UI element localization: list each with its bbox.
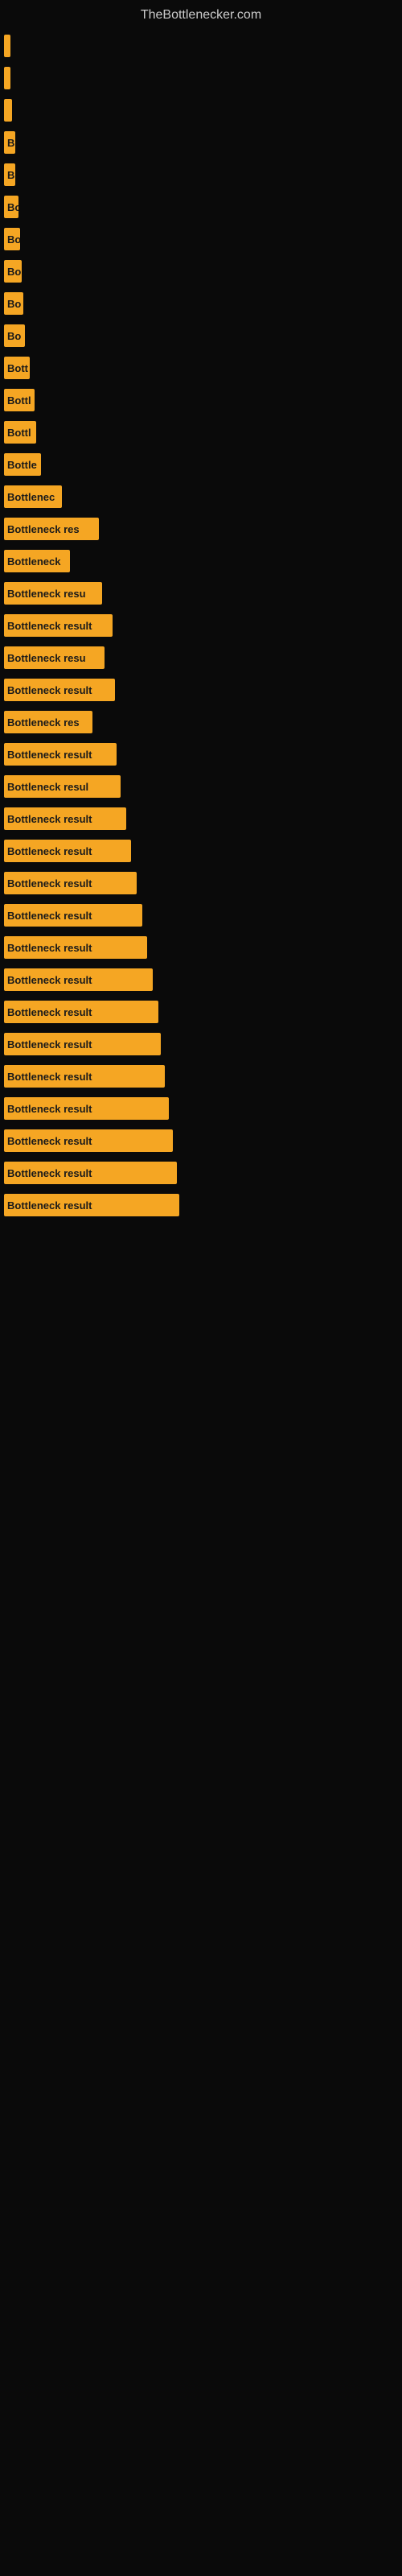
bar-label: Bottleneck result bbox=[4, 1162, 177, 1184]
bar-row: Bottle bbox=[4, 453, 394, 476]
bar-row: Bottleneck result bbox=[4, 807, 394, 830]
bar-label: Bottleneck result bbox=[4, 1033, 161, 1055]
bar-row: Bott bbox=[4, 357, 394, 379]
bar-row: Bottleneck result bbox=[4, 1065, 394, 1088]
bar-label: Bottleneck res bbox=[4, 518, 99, 540]
bar-label: Bottleneck result bbox=[4, 1001, 158, 1023]
bar-label: Bottleneck result bbox=[4, 614, 113, 637]
bar-label: Bottleneck result bbox=[4, 904, 142, 927]
bar-label: Bo bbox=[4, 324, 25, 347]
bar-label: Bottleneck result bbox=[4, 968, 153, 991]
bar-row bbox=[4, 35, 394, 57]
bar-row: Bottleneck res bbox=[4, 711, 394, 733]
bar-label: Bottleneck res bbox=[4, 711, 92, 733]
bar-label: Bottleneck resul bbox=[4, 775, 121, 798]
bar-label: Bottl bbox=[4, 421, 36, 444]
site-title: TheBottlenecker.com bbox=[0, 0, 402, 27]
bar-label: Bo bbox=[4, 292, 23, 315]
bar-label: Bottleneck result bbox=[4, 1097, 169, 1120]
bar-label: Bottleneck resu bbox=[4, 646, 105, 669]
bar-label: Bott bbox=[4, 357, 30, 379]
bars-container: BB Bo Bo Bo Bo Bo Bott Bottl Bottl Bottle Bottlene… bbox=[0, 27, 402, 1234]
bar-row: Bottleneck result bbox=[4, 1162, 394, 1184]
bar-row: Bottleneck result bbox=[4, 904, 394, 927]
bar-label: Bottleneck result bbox=[4, 807, 126, 830]
bar-label: Bottle bbox=[4, 453, 41, 476]
bar-row: Bo bbox=[4, 292, 394, 315]
bar-row bbox=[4, 67, 394, 89]
bar-row: Bo bbox=[4, 196, 394, 218]
bar-row: Bottleneck result bbox=[4, 936, 394, 959]
bar-row: Bottleneck result bbox=[4, 1097, 394, 1120]
bar-row: Bottleneck result bbox=[4, 614, 394, 637]
bar-row: Bo bbox=[4, 324, 394, 347]
bar-label: B bbox=[4, 131, 15, 154]
bar-row bbox=[4, 99, 394, 122]
bar-label: Bottlenec bbox=[4, 485, 62, 508]
bar-label: Bo bbox=[4, 196, 18, 218]
bar-label: Bottleneck resu bbox=[4, 582, 102, 605]
bar-row: B bbox=[4, 163, 394, 186]
bar-label bbox=[4, 67, 10, 89]
bar-row: Bottleneck result bbox=[4, 1194, 394, 1216]
bar-label: Bottleneck result bbox=[4, 936, 147, 959]
bar-row: Bottleneck result bbox=[4, 1001, 394, 1023]
bar-label bbox=[4, 35, 10, 57]
bar-label: Bo bbox=[4, 260, 22, 283]
bar-label: Bottleneck result bbox=[4, 1065, 165, 1088]
bar-label: Bottl bbox=[4, 389, 35, 411]
bar-label bbox=[4, 99, 12, 122]
bar-label: Bottleneck result bbox=[4, 743, 117, 766]
bar-row: Bottleneck result bbox=[4, 968, 394, 991]
bar-label: Bottleneck result bbox=[4, 1194, 179, 1216]
bar-row: Bottl bbox=[4, 421, 394, 444]
bar-label: Bottleneck result bbox=[4, 1129, 173, 1152]
bar-row: Bottleneck bbox=[4, 550, 394, 572]
bar-label: B bbox=[4, 163, 15, 186]
bar-row: Bo bbox=[4, 228, 394, 250]
bar-label: Bottleneck result bbox=[4, 840, 131, 862]
bar-row: Bottleneck res bbox=[4, 518, 394, 540]
bar-row: Bottleneck result bbox=[4, 1033, 394, 1055]
bar-row: Bottleneck result bbox=[4, 840, 394, 862]
bar-label: Bo bbox=[4, 228, 20, 250]
bar-label: Bottleneck result bbox=[4, 872, 137, 894]
bar-row: B bbox=[4, 131, 394, 154]
bar-row: Bottleneck result bbox=[4, 743, 394, 766]
bar-row: Bottleneck resu bbox=[4, 646, 394, 669]
bar-row: Bo bbox=[4, 260, 394, 283]
bar-row: Bottleneck result bbox=[4, 679, 394, 701]
bar-row: Bottleneck result bbox=[4, 872, 394, 894]
bar-row: Bottleneck result bbox=[4, 1129, 394, 1152]
bar-row: Bottleneck resul bbox=[4, 775, 394, 798]
bar-label: Bottleneck result bbox=[4, 679, 115, 701]
bar-row: Bottl bbox=[4, 389, 394, 411]
bar-row: Bottleneck resu bbox=[4, 582, 394, 605]
bar-label: Bottleneck bbox=[4, 550, 70, 572]
bar-row: Bottlenec bbox=[4, 485, 394, 508]
